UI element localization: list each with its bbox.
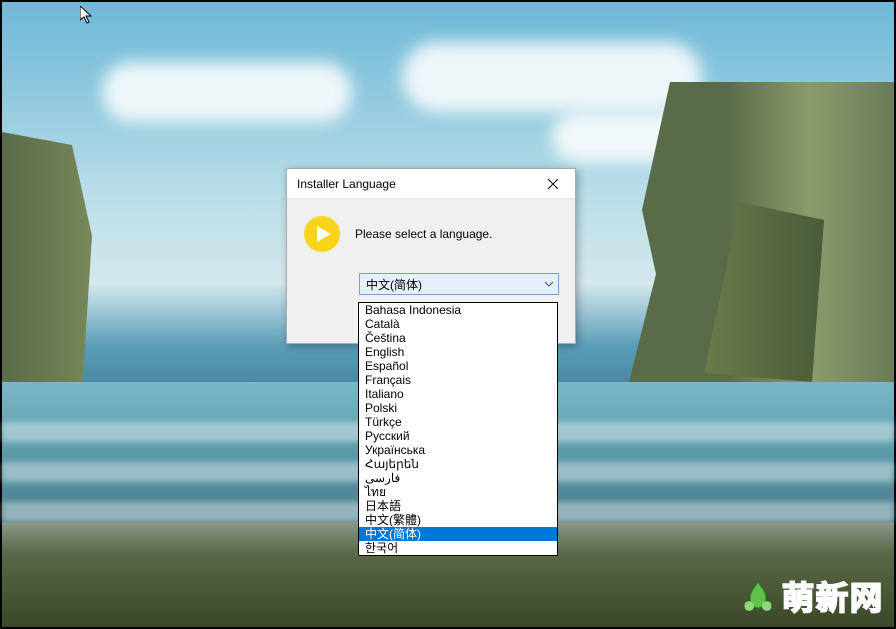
watermark: 萌新网: [740, 573, 884, 619]
dialog-title: Installer Language: [297, 177, 396, 191]
language-option[interactable]: Русский: [359, 429, 557, 443]
dialog-body: Please select a language.: [287, 199, 575, 273]
language-option[interactable]: ไทย: [359, 485, 557, 499]
dialog-titlebar[interactable]: Installer Language: [287, 169, 575, 199]
watermark-text: 萌新网: [782, 573, 884, 619]
dialog-prompt: Please select a language.: [355, 227, 492, 241]
language-option[interactable]: Français: [359, 373, 557, 387]
language-combobox[interactable]: 中文(简体): [359, 273, 559, 295]
language-option[interactable]: 한국어: [359, 541, 557, 555]
language-option[interactable]: English: [359, 345, 557, 359]
language-option[interactable]: 日本語: [359, 499, 557, 513]
language-option[interactable]: Català: [359, 317, 557, 331]
close-button[interactable]: [533, 170, 573, 198]
language-option[interactable]: 中文(简体): [359, 527, 557, 541]
language-option[interactable]: Українська: [359, 443, 557, 457]
language-option[interactable]: Bahasa Indonesia: [359, 303, 557, 317]
language-option[interactable]: Հայերեն: [359, 457, 557, 471]
language-dropdown-list[interactable]: Bahasa IndonesiaCatalàČeštinaEnglishEspa…: [358, 302, 558, 556]
close-icon: [548, 179, 558, 189]
chevron-down-icon: [544, 281, 554, 287]
language-option[interactable]: فارسی: [359, 471, 557, 485]
watermark-icon: [740, 578, 776, 614]
language-option[interactable]: Türkçe: [359, 415, 557, 429]
language-option[interactable]: Español: [359, 359, 557, 373]
combobox-selected-value: 中文(简体): [366, 276, 422, 293]
language-option[interactable]: Polski: [359, 401, 557, 415]
language-option[interactable]: 中文(繁體): [359, 513, 557, 527]
installer-icon: [303, 215, 341, 253]
language-option[interactable]: Čeština: [359, 331, 557, 345]
language-option[interactable]: Italiano: [359, 387, 557, 401]
